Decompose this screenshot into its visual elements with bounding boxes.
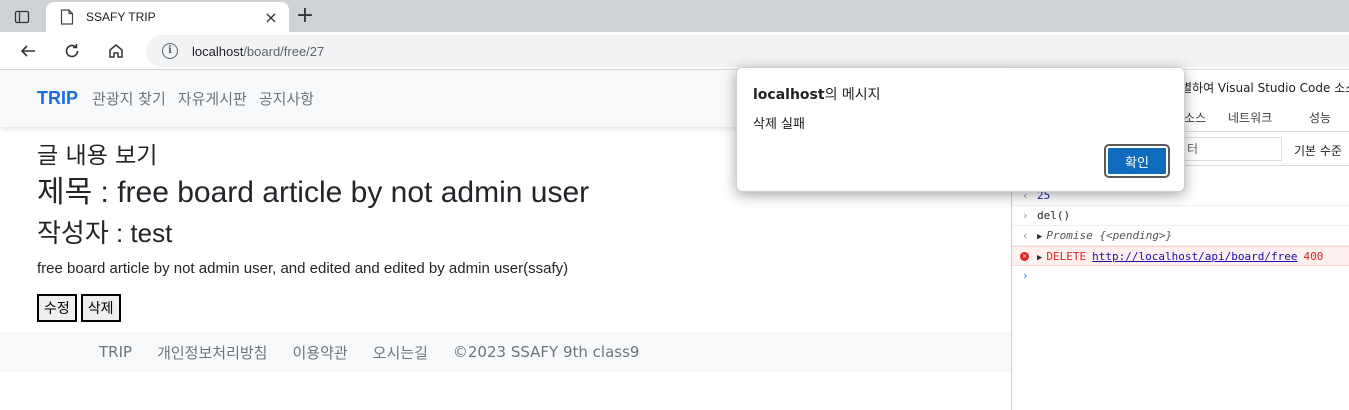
console-line: › del() bbox=[1012, 206, 1349, 226]
error-icon: ✕ bbox=[1020, 252, 1029, 261]
error-status: 400 bbox=[1303, 250, 1324, 263]
tab-performance[interactable]: 성능 bbox=[1309, 109, 1331, 126]
reload-icon bbox=[65, 44, 79, 58]
console-output: ‹ 25 › del() ‹ ▶ Promise {<pending>} ✕ ▶ D… bbox=[1012, 186, 1349, 286]
footer-link-privacy[interactable]: 개인정보처리방침 bbox=[157, 342, 267, 363]
expand-triangle-icon[interactable]: ▶ bbox=[1037, 253, 1042, 263]
tab-sources[interactable]: 소스 bbox=[1184, 109, 1206, 126]
input-arrow-icon: › bbox=[1022, 209, 1029, 222]
site-footer: TRIP 개인정보처리방침 이용약관 오시는길 ©2023 SSAFY 9th … bbox=[0, 332, 1011, 372]
article-author: 작성자 : test bbox=[37, 218, 173, 248]
article-content: 글 내용 보기 제목 : free board article by not a… bbox=[37, 140, 589, 322]
nav-link-attractions[interactable]: 관광지 찾기 bbox=[92, 88, 166, 109]
result-arrow-icon: ‹ bbox=[1022, 229, 1029, 242]
tab-strip: SSAFY TRIP × + bbox=[0, 0, 1349, 32]
dialog-title-host: localhost bbox=[753, 87, 825, 103]
console-prompt-line[interactable]: › bbox=[1012, 266, 1349, 286]
tab-actions-button[interactable] bbox=[8, 6, 36, 28]
new-tab-button[interactable]: + bbox=[292, 4, 318, 28]
url-host: localhost bbox=[192, 43, 244, 59]
console-line[interactable]: ‹ ▶ Promise {<pending>} bbox=[1012, 226, 1349, 246]
url-text: localhost/board/free/27 bbox=[192, 44, 324, 59]
nav-link-notice[interactable]: 공지사항 bbox=[259, 88, 314, 109]
console-error-line[interactable]: ✕ ▶ DELETE http://localhost/api/board/free… bbox=[1012, 246, 1349, 266]
dialog-title: localhost의 메시지 bbox=[753, 84, 881, 104]
home-icon bbox=[109, 44, 123, 58]
brand-logo[interactable]: TRIP bbox=[37, 88, 78, 109]
browser-tab[interactable]: SSAFY TRIP × bbox=[46, 2, 289, 32]
article-body: free board article by not admin user, an… bbox=[37, 260, 569, 277]
expand-triangle-icon[interactable]: ▶ bbox=[1037, 232, 1042, 242]
home-button[interactable] bbox=[104, 39, 128, 63]
back-arrow-icon bbox=[20, 45, 35, 57]
error-url-link[interactable]: http://localhost/api/board/free bbox=[1092, 250, 1297, 263]
footer-link-trip[interactable]: TRIP bbox=[99, 343, 132, 361]
footer-link-directions[interactable]: 오시는길 bbox=[373, 342, 428, 363]
back-button[interactable] bbox=[16, 39, 40, 63]
site-info-icon[interactable]: i bbox=[162, 43, 178, 59]
delete-button[interactable]: 삭제 bbox=[80, 294, 121, 322]
tab-network[interactable]: 네트워크 bbox=[1228, 109, 1272, 126]
article-actions: 수정 삭제 bbox=[37, 294, 589, 322]
console-input: del() bbox=[1037, 209, 1071, 222]
ok-button[interactable]: 확인 bbox=[1104, 144, 1170, 178]
nav-link-free-board[interactable]: 자유게시판 bbox=[178, 88, 247, 109]
page-icon bbox=[60, 9, 74, 25]
footer-link-terms[interactable]: 이용약관 bbox=[292, 342, 347, 363]
url-path: /board/free/27 bbox=[243, 43, 325, 59]
edit-button[interactable]: 수정 bbox=[37, 294, 77, 322]
dialog-message: 삭제 실패 bbox=[753, 117, 805, 132]
section-heading: 글 내용 보기 bbox=[37, 143, 158, 169]
log-levels-dropdown[interactable]: 기본 수준 bbox=[1294, 142, 1342, 159]
error-method: DELETE bbox=[1046, 250, 1087, 263]
sidebar-icon bbox=[14, 10, 30, 24]
console-filter-input[interactable]: 터 bbox=[1184, 137, 1282, 161]
browser-toolbar: i localhost/board/free/27 bbox=[0, 32, 1349, 70]
reload-button[interactable] bbox=[60, 39, 84, 63]
prompt-chevron-icon: › bbox=[1022, 269, 1029, 282]
footer-copyright: ©2023 SSAFY 9th class9 bbox=[452, 343, 640, 361]
close-tab-icon[interactable]: × bbox=[263, 8, 279, 27]
tab-title: SSAFY TRIP bbox=[86, 10, 156, 24]
console-promise: Promise {<pending>} bbox=[1046, 229, 1173, 242]
dialog-title-suffix: 의 메시지 bbox=[824, 87, 881, 103]
address-bar[interactable]: i localhost/board/free/27 bbox=[146, 35, 1349, 67]
article-title: 제목 : free board article by not admin use… bbox=[37, 176, 590, 209]
alert-dialog: localhost의 메시지 삭제 실패 확인 bbox=[736, 67, 1185, 192]
